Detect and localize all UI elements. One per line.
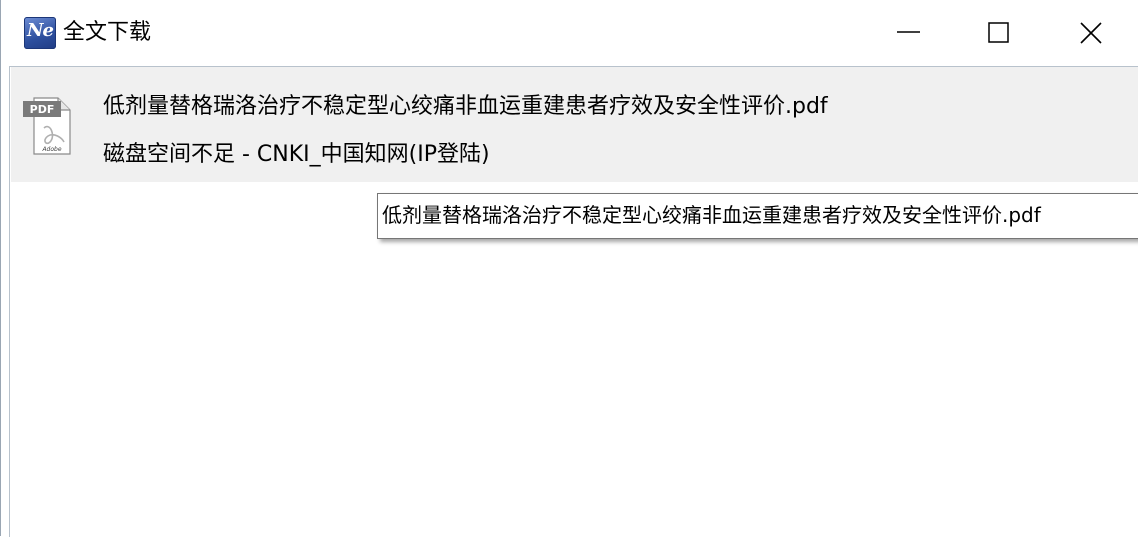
pdf-icon-label: PDF	[30, 103, 55, 116]
close-button[interactable]	[1068, 8, 1114, 54]
tooltip-text: 低剂量替格瑞洛治疗不稳定型心绞痛非血运重建患者疗效及安全性评价.pdf	[382, 203, 1041, 227]
minimize-button[interactable]	[885, 8, 931, 54]
maximize-icon	[988, 22, 1009, 43]
file-name-tooltip: 低剂量替格瑞洛治疗不稳定型心绞痛非血运重建患者疗效及安全性评价.pdf	[377, 193, 1138, 239]
file-name: 低剂量替格瑞洛治疗不稳定型心绞痛非血运重建患者疗效及安全性评价.pdf	[103, 94, 828, 119]
title-bar[interactable]: Ne 全文下载	[1, 0, 1138, 66]
download-status: 磁盘空间不足 - CNKI_中国知网(IP登陆)	[103, 142, 490, 167]
app-logo-text: Ne	[27, 20, 54, 41]
app-logo: Ne	[24, 17, 56, 49]
download-window: Ne 全文下载 PDF Adobe 低剂量替格瑞洛治疗不稳定型心绞痛非血运重建患…	[0, 0, 1138, 537]
pdf-file-icon: PDF Adobe	[22, 96, 72, 156]
window-title: 全文下载	[63, 20, 152, 45]
minimize-icon	[897, 31, 920, 33]
maximize-button[interactable]	[976, 8, 1022, 54]
download-item[interactable]: PDF Adobe 低剂量替格瑞洛治疗不稳定型心绞痛非血运重建患者疗效及安全性评…	[11, 67, 1138, 182]
close-icon	[1080, 22, 1102, 44]
pdf-icon-brand: Adobe	[41, 146, 61, 153]
download-list[interactable]: PDF Adobe 低剂量替格瑞洛治疗不稳定型心绞痛非血运重建患者疗效及安全性评…	[9, 66, 1138, 537]
